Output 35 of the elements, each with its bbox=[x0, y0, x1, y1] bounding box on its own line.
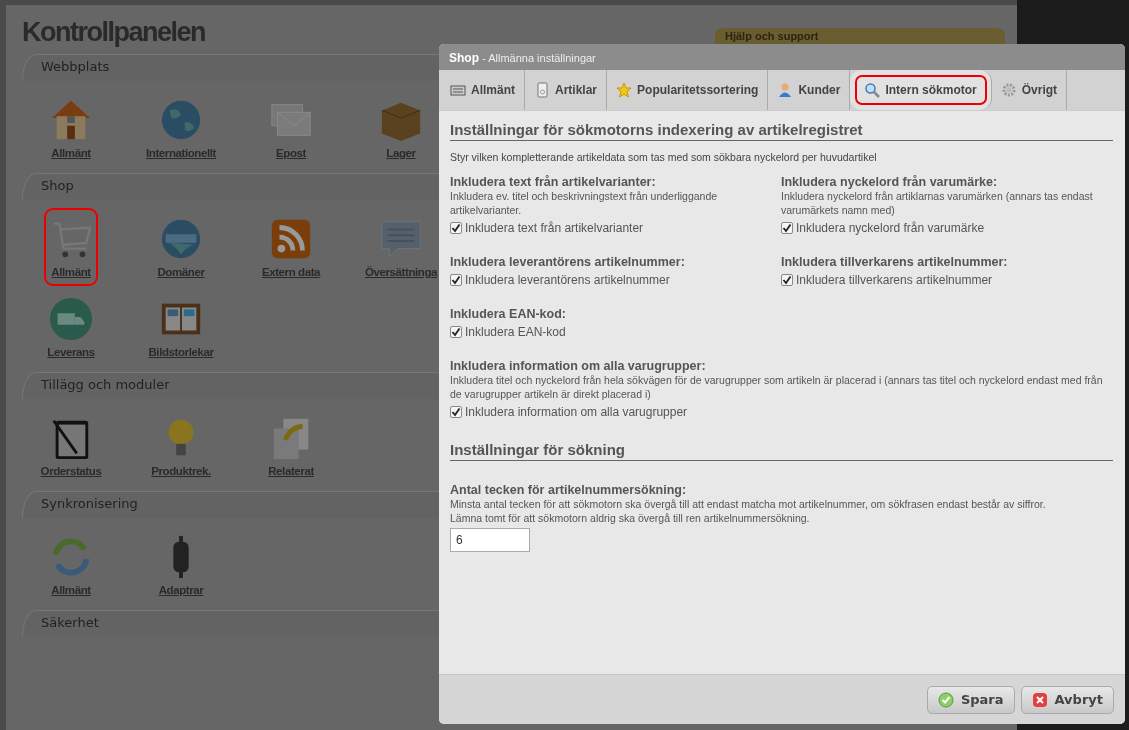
checkbox[interactable] bbox=[450, 274, 462, 286]
tab[interactable]: Intern sökmotor bbox=[850, 70, 992, 110]
checkbox[interactable] bbox=[450, 222, 462, 234]
checkbox-label[interactable]: Inkludera tillverkarens artikelnummer bbox=[796, 273, 993, 287]
field-label: Inkludera nyckelord från varumärke: bbox=[781, 175, 998, 189]
page-title: Kontrollpanelen bbox=[22, 17, 205, 48]
person-icon bbox=[777, 82, 794, 98]
search-icon bbox=[864, 82, 881, 98]
field-label: Inkludera leverantörens artikelnummer: bbox=[450, 255, 685, 269]
check-circle-icon bbox=[937, 691, 954, 708]
field-label: Inkludera EAN-kod: bbox=[450, 307, 566, 321]
cancel-button[interactable]: Avbryt bbox=[1020, 685, 1114, 714]
input-field[interactable]: 6 bbox=[450, 528, 530, 552]
close-icon bbox=[1031, 691, 1048, 708]
save-button[interactable]: Spara bbox=[926, 685, 1015, 714]
field-label: Inkludera tillverkarens artikelnummer: bbox=[781, 255, 1008, 269]
checkbox[interactable] bbox=[781, 274, 793, 286]
gear-icon bbox=[1000, 82, 1017, 98]
keyboard-icon bbox=[450, 82, 466, 98]
help-title: Hjälp och support bbox=[725, 30, 820, 42]
section-heading: Inställningar för sökning bbox=[450, 441, 1113, 461]
checkbox-label[interactable]: Inkludera EAN-kod bbox=[465, 325, 566, 339]
field-label: Inkludera information om alla varugrupper: bbox=[450, 359, 706, 373]
checkbox[interactable] bbox=[450, 406, 462, 418]
field-label: Inkludera text från artikelvarianter: bbox=[450, 175, 656, 189]
section-description: Styr vilken kompletterande artikeldata som tas med som sökbara nyckelord per huvudartikel bbox=[450, 151, 878, 163]
checkbox-label[interactable]: Inkludera nyckelord från varumärke bbox=[796, 221, 985, 235]
checkbox-label[interactable]: Inkludera leverantörens artikelnummer bbox=[465, 273, 670, 287]
checkbox-label[interactable]: Inkludera text från artikelvarianter bbox=[465, 221, 644, 235]
star-icon bbox=[616, 82, 633, 98]
checkbox[interactable] bbox=[450, 326, 462, 338]
section-heading: Inställningar för sökmotorns indexering av artikelregistret bbox=[450, 121, 1113, 141]
checkbox[interactable] bbox=[781, 222, 793, 234]
dialog-title: Shop - Allmänna inställningar bbox=[439, 44, 1125, 70]
checkbox-label[interactable]: Inkludera information om alla varugrupper bbox=[465, 405, 688, 419]
